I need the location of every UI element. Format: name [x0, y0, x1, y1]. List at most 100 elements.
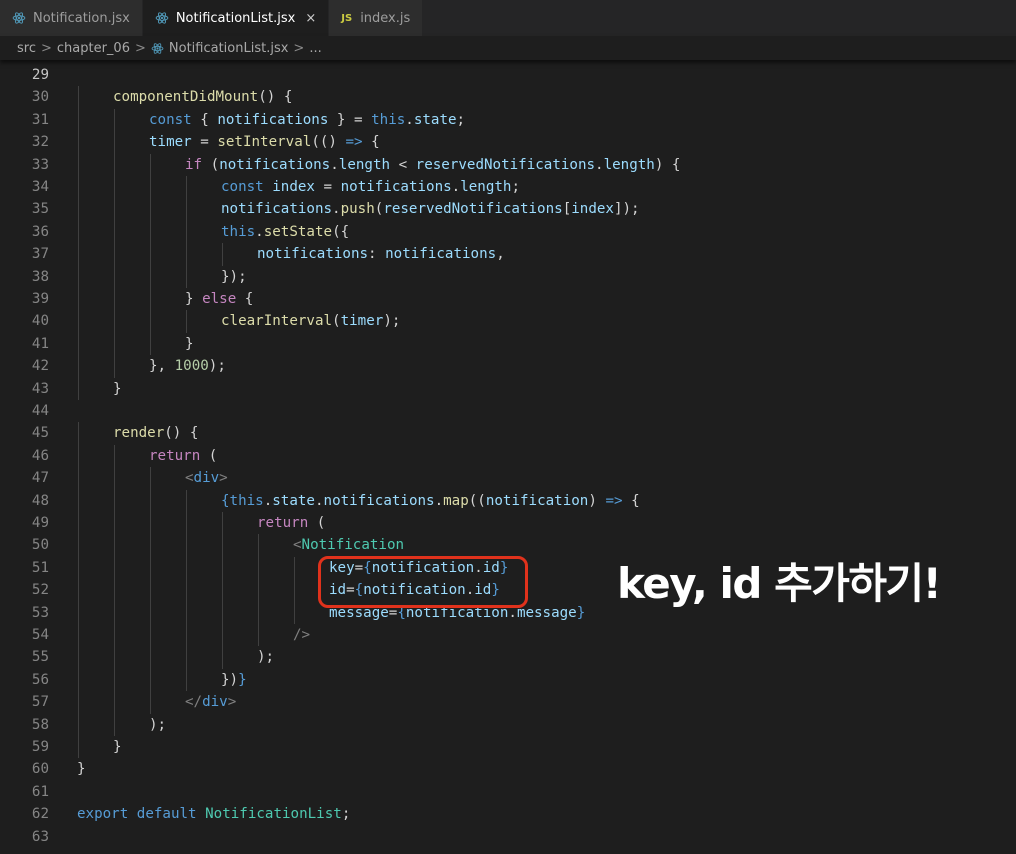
- code-line[interactable]: 37 notifications: notifications,: [0, 243, 1016, 266]
- indent-guide: [78, 534, 79, 557]
- code-line[interactable]: 54 />: [0, 624, 1016, 647]
- code-line[interactable]: 59}: [0, 736, 1016, 759]
- code-line[interactable]: 49 return (: [0, 512, 1016, 535]
- code-text: />: [293, 624, 310, 646]
- code-line[interactable]: 30 componentDidMount() {: [0, 86, 1016, 109]
- code-editor-window: Notification.jsx NotificationList.jsx × …: [0, 0, 1016, 854]
- code-line[interactable]: 42}, 1000);: [0, 355, 1016, 378]
- breadcrumb-item-symbols[interactable]: ...: [309, 41, 321, 56]
- code-line[interactable]: 45 render() {: [0, 422, 1016, 445]
- code-token: const: [221, 179, 264, 195]
- code-line[interactable]: 47 <div>: [0, 467, 1016, 490]
- code-line[interactable]: 34 const index = notifications.length;: [0, 176, 1016, 199]
- code-line[interactable]: 43}: [0, 377, 1016, 400]
- indent-guide: [78, 265, 79, 288]
- code-text: export default NotificationList;: [77, 803, 350, 825]
- code-line[interactable]: 62 export default NotificationList;: [0, 803, 1016, 825]
- code-line[interactable]: 46 return (: [0, 444, 1016, 468]
- code-line[interactable]: 57 </div>: [0, 691, 1016, 714]
- code-text: return (: [149, 445, 217, 467]
- line-number: 61: [31, 783, 49, 800]
- line-number: 30: [31, 89, 49, 106]
- code-editor[interactable]: 29 30 componentDidMount() {31 const { notif…: [0, 60, 1016, 854]
- line-number: 31: [31, 111, 49, 128]
- indent-guide: [222, 624, 223, 647]
- code-token: );: [383, 313, 401, 330]
- code-text: }, 1000);: [149, 355, 226, 377]
- code-line[interactable]: 50 <Notification: [0, 534, 1016, 557]
- indent-guide: [114, 534, 115, 557]
- code-line[interactable]: 55);: [0, 646, 1016, 669]
- code-token: } =: [328, 111, 372, 128]
- line-number: 47: [31, 470, 49, 487]
- code-line[interactable]: 63: [0, 826, 1016, 848]
- line-number: 60: [31, 761, 49, 778]
- code-line[interactable]: 39} else {: [0, 288, 1016, 311]
- code-token: />: [293, 627, 311, 643]
- indent-guide: [114, 691, 115, 714]
- indent-guide: [78, 444, 79, 468]
- line-number: 52: [31, 582, 49, 599]
- breadcrumb-item-src[interactable]: src: [17, 41, 36, 56]
- indent-guide: [114, 601, 115, 624]
- react-icon: [155, 11, 169, 25]
- js-icon: JS: [341, 12, 353, 24]
- code-token: >: [219, 470, 228, 487]
- code-text: } else {: [185, 288, 253, 310]
- code-line[interactable]: 44: [0, 400, 1016, 422]
- indent-guide: [186, 512, 187, 535]
- code-text: notifications.push(reservedNotifications…: [221, 198, 640, 220]
- code-line[interactable]: 58);: [0, 713, 1016, 736]
- line-number: 38: [31, 268, 49, 285]
- code-line[interactable]: 40 clearInterval(timer);: [0, 310, 1016, 333]
- code-token: {: [362, 134, 380, 151]
- code-line[interactable]: 38});: [0, 265, 1016, 288]
- code-line[interactable]: 33 if (notifications.length < reservedNot…: [0, 153, 1016, 176]
- line-number: 63: [31, 828, 49, 845]
- breadcrumb-item-chapter[interactable]: chapter_06: [57, 41, 130, 56]
- indent-guide: [186, 601, 187, 624]
- code-line[interactable]: 41}: [0, 332, 1016, 356]
- code-line[interactable]: 35 notifications.push(reservedNotificatio…: [0, 198, 1016, 221]
- code-text: }: [77, 758, 86, 780]
- code-token: return: [149, 447, 201, 464]
- indent-guide: [114, 467, 115, 490]
- code-line[interactable]: 36 this.setState({: [0, 220, 1016, 244]
- code-line[interactable]: 56})}: [0, 668, 1016, 692]
- code-line[interactable]: 31 const { notifications } = this.state;: [0, 108, 1016, 132]
- code-text: });: [221, 266, 247, 288]
- code-token: ((: [468, 492, 486, 509]
- tab-index-js[interactable]: JS index.js: [329, 0, 424, 36]
- indent-guide: [114, 355, 115, 378]
- indent-guide: [114, 579, 115, 602]
- indent-guide: [150, 467, 151, 490]
- tab-notificationlist-jsx[interactable]: NotificationList.jsx ×: [142, 0, 330, 36]
- code-line[interactable]: 60}: [0, 758, 1016, 780]
- indent-guide: [78, 108, 79, 132]
- tab-notification-jsx[interactable]: Notification.jsx: [0, 0, 143, 36]
- indent-guide: [114, 310, 115, 333]
- code-line[interactable]: 48 {this.state.notifications.map((notific…: [0, 489, 1016, 512]
- code-line[interactable]: 29: [0, 64, 1016, 86]
- code-token: this: [221, 223, 256, 240]
- indent-guide: [114, 198, 115, 221]
- code-token: notifications: [219, 156, 331, 173]
- indent-guide: [150, 624, 151, 647]
- indent-guide: [186, 579, 187, 602]
- code-line[interactable]: 32 timer = setInterval(() => {: [0, 131, 1016, 154]
- code-token: });: [221, 268, 247, 285]
- code-token: push: [340, 201, 375, 218]
- indent-guide: [78, 332, 79, 356]
- code-line[interactable]: 61: [0, 781, 1016, 803]
- close-icon[interactable]: ×: [305, 11, 316, 26]
- breadcrumb-item-file[interactable]: NotificationList.jsx: [169, 41, 289, 56]
- indent-guide: [150, 243, 151, 266]
- breadcrumb: src > chapter_06 > NotificationList.jsx …: [0, 36, 1016, 60]
- indent-guide: [78, 691, 79, 714]
- code-token: timer: [149, 134, 192, 151]
- code-token: notifications: [257, 246, 369, 263]
- code-token: message: [516, 604, 577, 621]
- code-token: if: [185, 156, 203, 173]
